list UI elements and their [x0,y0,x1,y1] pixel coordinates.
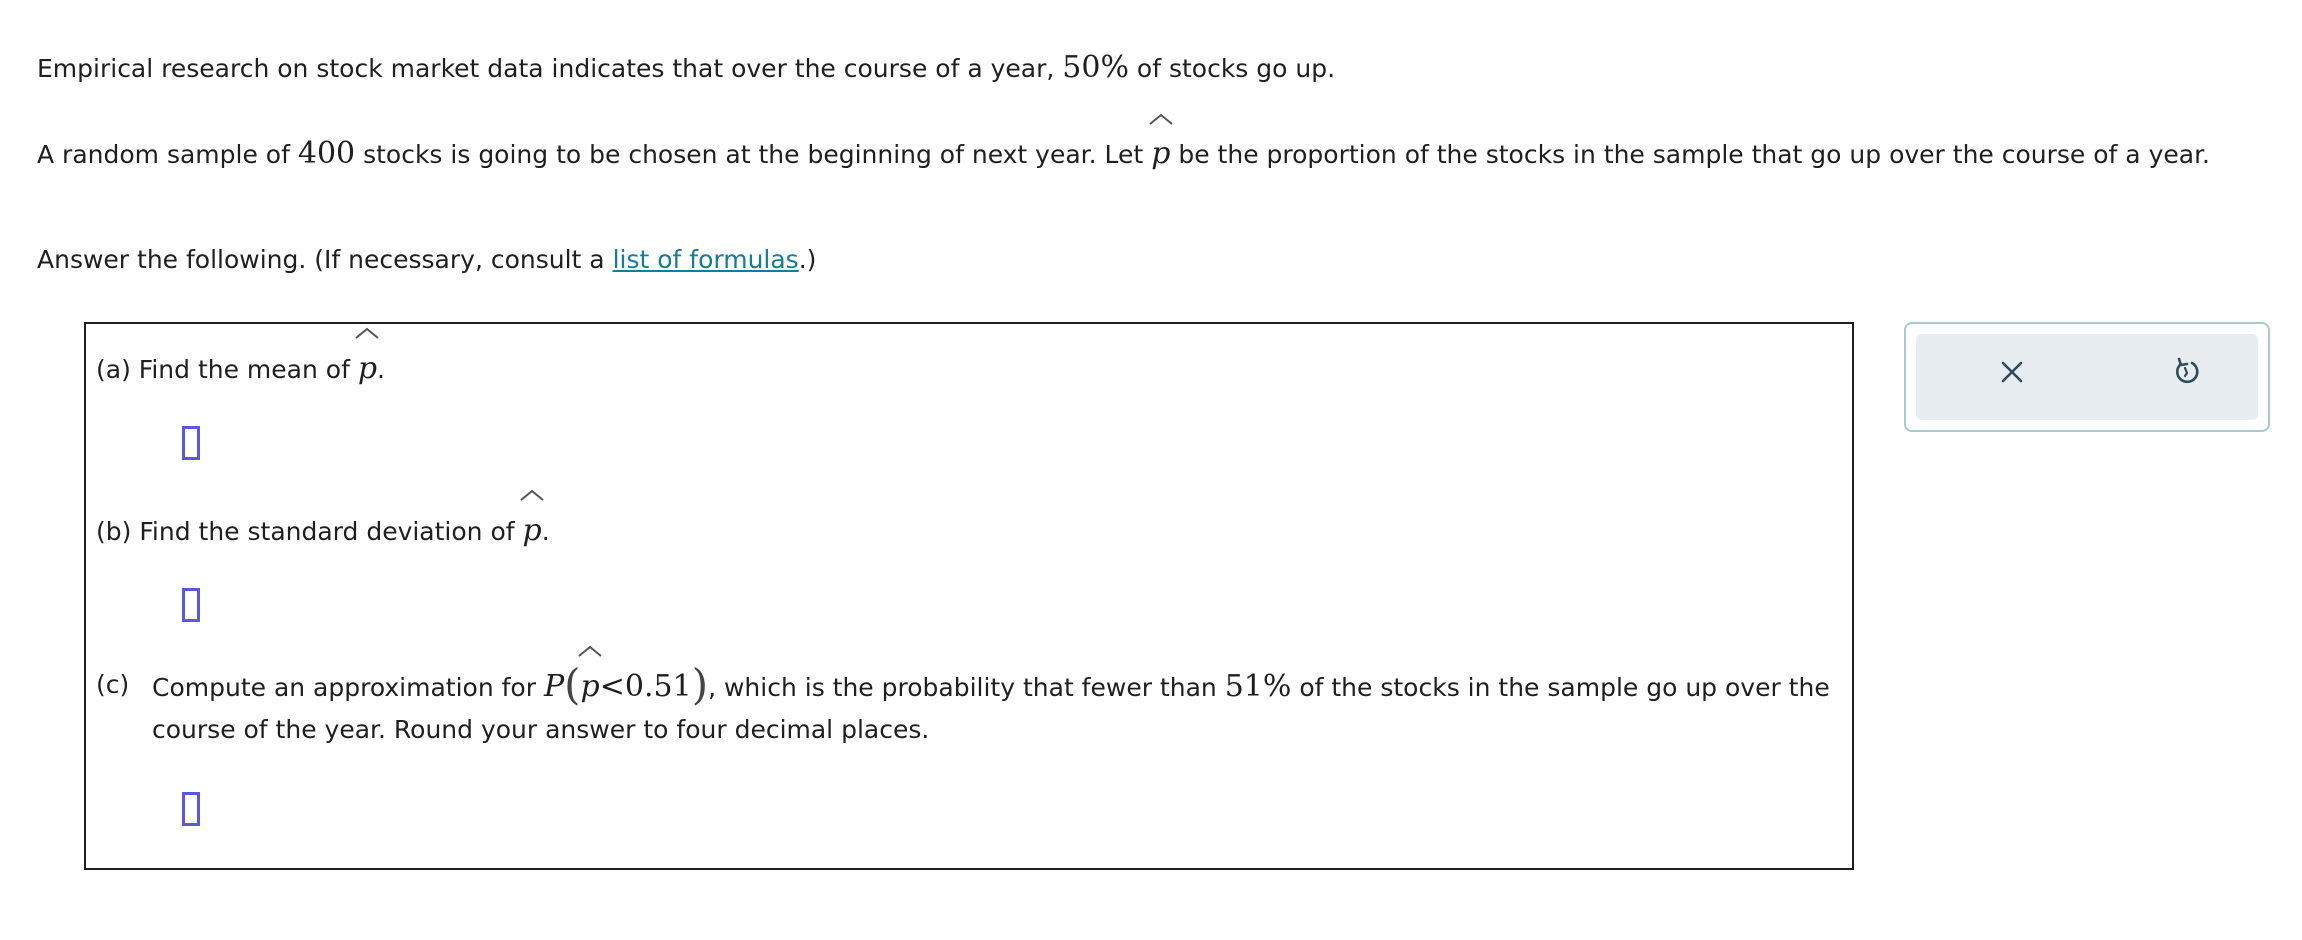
question-text: . [541,517,550,546]
question-a: (a) Find the mean of p. [96,327,385,391]
answer-input-a[interactable] [182,426,200,460]
tools-bar [1916,334,2258,420]
question-text: . [377,355,385,384]
p-hat-symbol: p [520,489,544,552]
question-text: Find the mean of [138,355,350,384]
less-than-symbol: < [599,669,625,704]
percent-value: 50% [1062,50,1129,85]
answer-tools-panel [1904,322,2270,432]
threshold-value: 0.51 [624,669,692,704]
intro-text: stocks is going to be chosen at the begi… [363,140,1144,169]
p-hat-symbol: p [355,327,380,390]
p-variable: p [580,669,600,704]
intro-line-3: Answer the following. (If necessary, con… [37,240,2277,280]
p-variable: p [1151,136,1171,171]
hat-icon [578,645,602,657]
question-text: , which is the probability that fewer th… [708,673,1217,702]
clear-button[interactable] [1990,350,2034,394]
p-hat-symbol: p [1149,113,1173,174]
answer-input-b[interactable] [182,588,200,622]
p-hat-symbol: p [578,645,602,708]
percent-value: 51% [1224,669,1292,704]
question-text: Compute an approximation for [152,673,536,702]
x-icon [2001,361,2023,383]
question-c-body: Compute an approximation for P(p<0.51), … [152,645,1836,751]
list-of-formulas-link[interactable]: list of formulas [613,245,799,274]
hat-icon [355,327,380,339]
intro-text: Answer the following. (If necessary, con… [37,245,605,274]
undo-icon [2176,357,2199,384]
question-label: (b) [96,517,132,546]
probability-symbol: P [543,669,565,704]
intro-text: be the proportion of the stocks in the s… [1178,140,2210,169]
p-variable: p [522,513,542,548]
question-label: (c) [96,670,130,699]
undo-button[interactable] [2164,350,2208,394]
question-b: (b) Find the standard deviation of p. [96,489,550,553]
question-label: (a) [96,355,131,384]
question-text: Find the standard deviation of [139,517,515,546]
intro-line-1: Empirical research on stock market data … [37,48,2277,89]
intro-text: of stocks go up. [1136,54,1336,83]
hat-icon [520,489,544,501]
hat-icon [1149,113,1173,125]
close-paren-icon: ) [691,660,709,709]
intro-text: Empirical research on stock market data … [37,54,1055,83]
p-variable: p [357,351,378,386]
intro-text: .) [798,245,817,274]
intro-line-2: A random sample of 400 stocks is going t… [37,113,2277,175]
question-box: (a) Find the mean of p. (b) Find the sta… [84,322,1854,870]
intro-text: A random sample of [37,140,290,169]
answer-input-c[interactable] [182,792,200,826]
sample-size-value: 400 [297,136,356,171]
question-c: (c) Compute an approximation for P(p<0.5… [96,645,1836,751]
open-paren-icon: ( [564,660,581,709]
